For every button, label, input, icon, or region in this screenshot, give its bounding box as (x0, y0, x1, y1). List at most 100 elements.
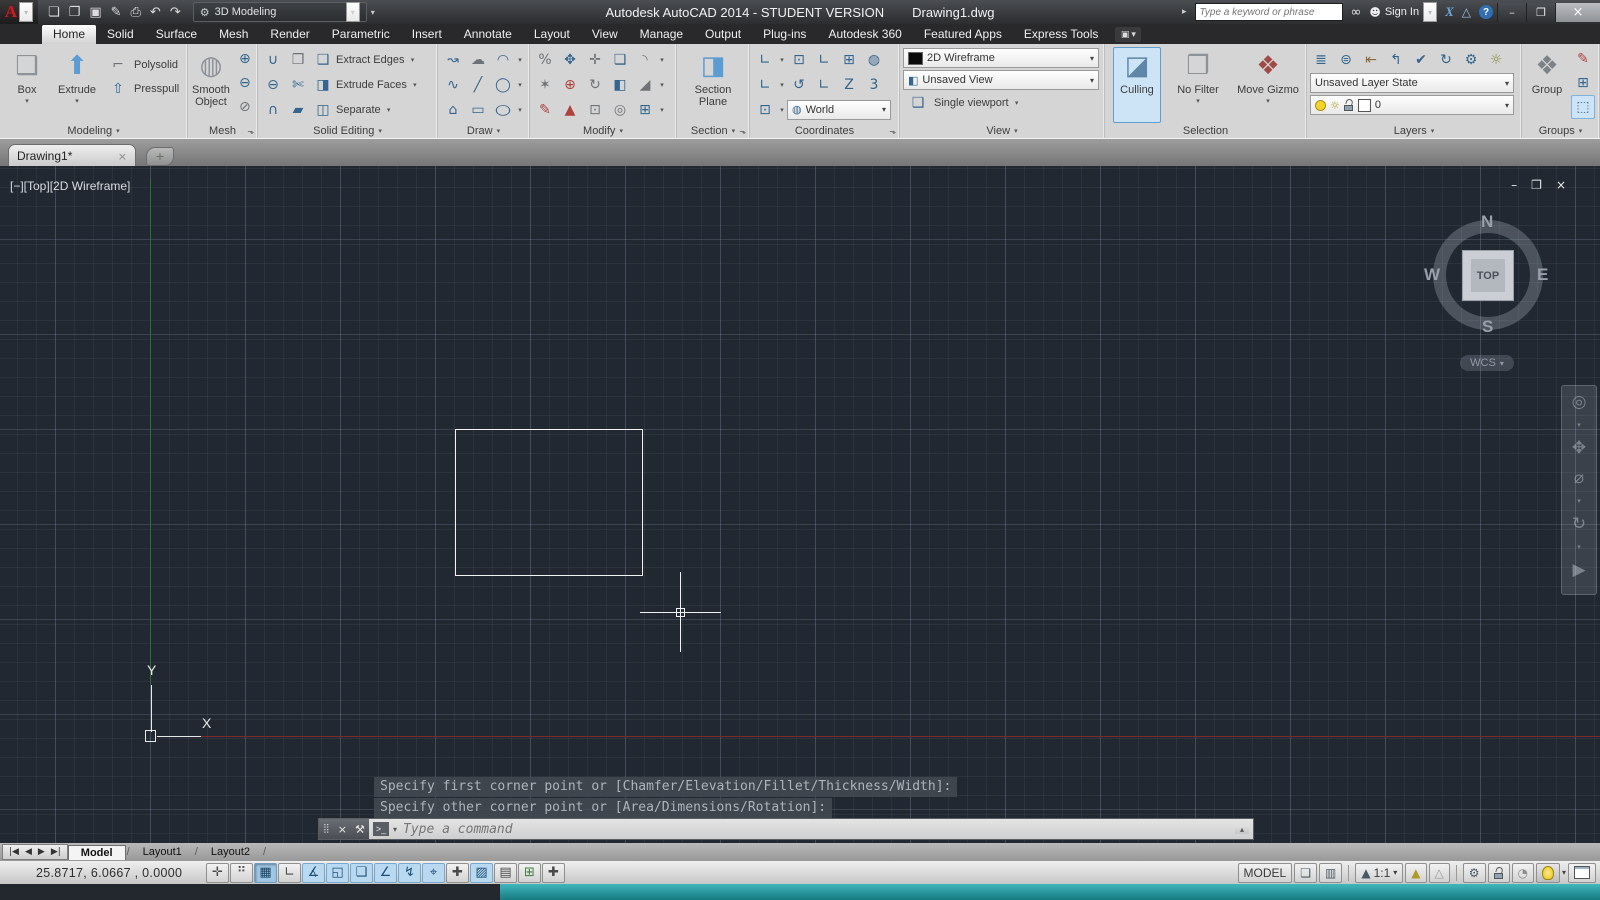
layer-match-button[interactable]: ⊜ (1335, 48, 1357, 72)
viewcube-west[interactable]: W (1424, 265, 1440, 285)
drawn-rectangle[interactable] (455, 429, 643, 576)
tab-featured-apps[interactable]: Featured Apps (913, 25, 1013, 44)
panel-label-groups[interactable]: Groups ▾ (1522, 123, 1599, 138)
open-file-icon[interactable]: ❐ (69, 5, 81, 20)
wrench-icon[interactable]: ⚒ (355, 823, 365, 836)
drag-grip-icon[interactable]: ⣿ (323, 824, 330, 834)
panel-label-draw[interactable]: Draw ▾ (438, 123, 529, 138)
chevron-down-icon[interactable]: ▾ (393, 825, 397, 834)
polygon-button[interactable]: ⌂ (441, 98, 465, 122)
infocenter-expand-icon[interactable]: ▸ (1182, 7, 1187, 17)
navigation-wheel-icon[interactable]: ◎ (1572, 392, 1587, 412)
smooth-object-button[interactable]: ◍ Smooth Object (191, 47, 231, 123)
viewport-restore-icon[interactable]: ❐ (1531, 178, 1542, 192)
isolate-objects-button[interactable] (1535, 862, 1560, 883)
annotation-autoscale-button[interactable]: △ (1428, 862, 1450, 883)
3d-move-button[interactable]: ✥ (558, 48, 582, 72)
quick-properties-toggle[interactable]: ▤ (494, 862, 517, 883)
file-tab-drawing1[interactable]: Drawing1* × (8, 144, 136, 167)
layer-unisolate-button[interactable]: ↻ (1435, 48, 1457, 72)
layer-state-combo[interactable]: Unsaved Layer State ▾ (1310, 73, 1514, 93)
search-input[interactable] (1194, 3, 1343, 21)
layer-isolate-button[interactable]: ✔ (1410, 48, 1432, 72)
union-button[interactable]: ∪ (261, 48, 285, 72)
new-drawing-tab-button[interactable]: + (146, 147, 174, 166)
help-icon[interactable]: ? (1479, 5, 1493, 19)
workspace-switching-button[interactable]: ⚙ (1462, 862, 1486, 883)
flyout-arrow-icon[interactable]: ▾ (658, 56, 666, 64)
no-filter-button[interactable]: ❒ No Filter ▾ (1171, 47, 1225, 123)
plot-icon[interactable]: ⎙ (131, 5, 141, 20)
panel-label-modify[interactable]: Modify ▾ (530, 123, 676, 138)
layer-on-bulb-icon[interactable] (1315, 99, 1326, 111)
workspace-switcher[interactable]: ⚙ 3D Modeling ▾ (192, 2, 367, 22)
model-space-button[interactable]: MODEL (1237, 862, 1293, 883)
dynamic-ucs-toggle[interactable]: ↯ (398, 862, 421, 883)
qat-customize-button[interactable]: ▾ (371, 8, 375, 17)
panel-label-layers[interactable]: Layers ▾ (1307, 123, 1521, 138)
ucs-world-button[interactable]: ◍ (862, 48, 886, 72)
tab-autodesk-360[interactable]: Autodesk 360 (817, 25, 912, 44)
flyout-arrow-icon[interactable]: ▾ (1196, 97, 1200, 105)
layer-color-swatch[interactable] (1357, 98, 1371, 112)
tab-render[interactable]: Render (259, 25, 320, 44)
command-input-area[interactable]: >_ ▾ ▴ (369, 819, 1253, 839)
move-gizmo-button[interactable]: ❖ Move Gizmo ▾ (1235, 47, 1301, 123)
undo-icon[interactable]: ↶ (150, 5, 161, 20)
next-tab-icon[interactable]: ▶ (38, 847, 45, 857)
subtract-button[interactable]: ⊖ (261, 73, 285, 97)
polyline-button[interactable]: ↝ (441, 48, 465, 72)
command-history-scroll-icon[interactable]: ▴ (1235, 824, 1249, 834)
orbit-icon[interactable]: ↻ (1572, 514, 1586, 534)
tab-solid[interactable]: Solid (96, 25, 145, 44)
showmotion-icon[interactable]: ▶ (1572, 560, 1585, 580)
interfere-button[interactable]: ❒ (286, 48, 310, 72)
mirror-button[interactable]: ◧ (608, 73, 632, 97)
viewcube-east[interactable]: E (1537, 265, 1548, 285)
stretch-button[interactable]: ⊡ (583, 98, 607, 122)
lineweight-toggle[interactable]: ✚ (446, 862, 469, 883)
zoom-extents-icon[interactable]: ⌀ (1574, 468, 1584, 488)
tab-express-tools[interactable]: Express Tools (1013, 25, 1109, 44)
arc-button[interactable]: ◠ (491, 48, 515, 72)
previous-tab-icon[interactable]: ◀ (25, 847, 32, 857)
group-selection-toggle[interactable]: ⬚ (1571, 95, 1595, 119)
mesh-no-smooth-icon[interactable]: ⊘ (233, 95, 257, 119)
dynamic-input-toggle[interactable]: ⌖ (422, 862, 445, 883)
slice-button[interactable]: ✄ (286, 73, 310, 97)
erase-button[interactable]: ✎ (533, 98, 557, 122)
pan-icon[interactable]: ✥ (1572, 438, 1586, 458)
ortho-mode-toggle[interactable]: ∟ (278, 862, 301, 883)
presspull-button[interactable]: ⇧ Presspull (103, 77, 182, 101)
transparency-toggle[interactable]: ▨ (470, 862, 493, 883)
save-as-icon[interactable]: ✎ (111, 5, 122, 20)
panel-label-view[interactable]: View ▾ (900, 123, 1104, 138)
tab-insert[interactable]: Insert (401, 25, 453, 44)
viewport-close-icon[interactable]: × (1556, 178, 1566, 192)
flyout-arrow-icon[interactable]: ▾ (1266, 97, 1270, 105)
panel-label-solid-editing[interactable]: Solid Editing ▾ (258, 123, 437, 138)
save-icon[interactable]: ▣ (89, 5, 101, 20)
mesh-refine-icon[interactable]: ⊕ (233, 47, 257, 71)
flyout-arrow-icon[interactable]: ▾ (516, 81, 524, 89)
tab-surface[interactable]: Surface (145, 25, 208, 44)
tab-parametric[interactable]: Parametric (321, 25, 401, 44)
layer-combo[interactable]: ☼ 0 ▾ (1310, 95, 1514, 115)
file-tab-close-icon[interactable]: × (118, 150, 127, 163)
revision-cloud-button[interactable]: ☁ (466, 48, 490, 72)
box-button[interactable]: ❑ Box ▾ (3, 47, 51, 123)
command-close-icon[interactable]: × (338, 823, 347, 836)
tab-mesh[interactable]: Mesh (208, 25, 259, 44)
tab-model[interactable]: Model (67, 844, 126, 860)
ucs-object-button[interactable]: ⊞ (837, 48, 861, 72)
flyout-arrow-icon[interactable]: ▾ (516, 56, 524, 64)
extrude-button[interactable]: ⬆ Extrude ▾ (53, 47, 101, 123)
ucs-button[interactable]: ∟ (753, 48, 777, 72)
panel-launcher-icon[interactable]: ⬎ (247, 127, 254, 136)
flyout-arrow-icon[interactable]: ▾ (778, 81, 786, 89)
command-prompt-icon[interactable]: >_ (373, 822, 389, 836)
chamfer-button[interactable]: ◢ (633, 73, 657, 97)
command-input[interactable] (401, 820, 1231, 838)
3d-rotate-button[interactable]: ⊕ (558, 73, 582, 97)
panel-label-section[interactable]: Section ▾ (677, 123, 749, 138)
